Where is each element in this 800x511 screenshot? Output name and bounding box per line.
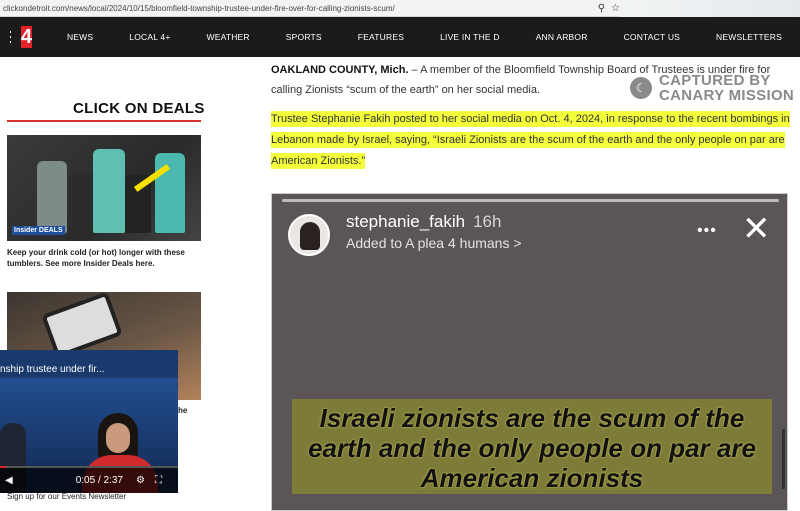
- highlighted-text: Trustee Stephanie Fakih posted to her so…: [271, 111, 790, 169]
- watermark-line-1: CAPTURED BY: [659, 72, 771, 89]
- dateline-location: OAKLAND COUNTY, Mich.: [271, 64, 409, 76]
- settings-gear-icon[interactable]: ⚙: [131, 475, 150, 486]
- video-time: 0:05 / 2:37: [75, 475, 123, 486]
- url-text[interactable]: clickondetroit.com/news/local/2024/10/15…: [0, 4, 598, 13]
- nav-link-news[interactable]: NEWS: [45, 32, 111, 42]
- story-quote-box: Israeli zionists are the scum of the ear…: [292, 399, 772, 494]
- browser-url-bar[interactable]: clickondetroit.com/news/local/2024/10/15…: [0, 0, 800, 17]
- canary-mission-watermark: ☾ CAPTURED BY CANARY MISSION: [630, 73, 794, 103]
- story-added-to: Added to A plea 4 humans >: [346, 235, 522, 251]
- newsletter-signup-link[interactable]: Sign up for our Events Newsletter: [7, 492, 126, 501]
- insider-deals-badge: Insider DEALS: [12, 226, 65, 235]
- story-quote-text: Israeli zionists are the scum of the ear…: [308, 403, 756, 493]
- deal-caption-partial: he: [178, 406, 188, 415]
- nav-link-weather[interactable]: WEATHER: [188, 32, 267, 42]
- url-bar-extension-area: [620, 0, 800, 17]
- nav-link-sports[interactable]: SPORTS: [268, 32, 340, 42]
- nav-link-live-in-the-d[interactable]: LIVE IN THE D: [422, 32, 518, 42]
- top-nav: 4 NEWS LOCAL 4+ WEATHER SPORTS FEATURES LIVE …: [0, 17, 800, 57]
- deals-heading: CLICK ON DEALS: [73, 100, 205, 117]
- zoom-icon[interactable]: ⚲: [598, 3, 605, 14]
- avatar: [288, 214, 330, 256]
- close-icon: ✕: [742, 210, 771, 248]
- watermark-line-2: CANARY MISSION: [659, 87, 795, 104]
- menu-icon[interactable]: [10, 31, 11, 43]
- nav-link-contact-us[interactable]: CONTACT US: [606, 32, 698, 42]
- nav-link-ann-arbor[interactable]: ANN ARBOR: [518, 32, 606, 42]
- video-controls: ◀ 0:05 / 2:37 ⚙ ⛶: [0, 468, 178, 493]
- deal-caption[interactable]: Keep your drink cold (or hot) longer wit…: [7, 247, 201, 269]
- nav-link-local-4[interactable]: LOCAL 4+: [111, 32, 188, 42]
- video-title: nship trustee under fir...: [0, 364, 105, 375]
- fullscreen-icon[interactable]: ⛶: [150, 475, 167, 486]
- highlighted-paragraph: Trustee Stephanie Fakih posted to her so…: [271, 109, 791, 172]
- instagram-story-image: stephanie_fakih 16h Added to A plea 4 hum…: [271, 193, 788, 511]
- nav-link-newsletters[interactable]: NEWSLETTERS: [698, 32, 800, 42]
- story-progress-bar: [282, 199, 779, 202]
- nav-links: NEWS LOCAL 4+ WEATHER SPORTS FEATURES LIVE IN…: [45, 32, 800, 42]
- video-frame: [0, 378, 178, 493]
- story-age: 16h: [473, 212, 502, 231]
- deal-image-tumblers[interactable]: Insider DEALS: [7, 135, 201, 241]
- volume-icon[interactable]: ◀: [0, 475, 18, 486]
- canary-logo-icon: ☾: [630, 77, 652, 99]
- story-username-line: stephanie_fakih 16h: [346, 212, 501, 232]
- story-username: stephanie_fakih: [346, 212, 466, 231]
- more-options-icon: •••: [697, 222, 717, 239]
- star-icon[interactable]: ☆: [611, 3, 620, 14]
- site-logo[interactable]: 4: [20, 26, 32, 48]
- deals-divider: [7, 120, 201, 122]
- video-player[interactable]: nship trustee under fir... ◀ 0:05 / 2:37…: [0, 350, 178, 493]
- story-scroll-indicator: [782, 429, 785, 489]
- nav-link-features[interactable]: FEATURES: [340, 32, 422, 42]
